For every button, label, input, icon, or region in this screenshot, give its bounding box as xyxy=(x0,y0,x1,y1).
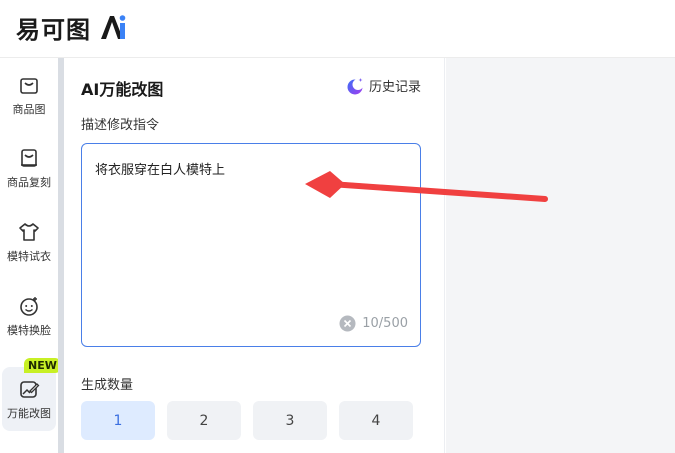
quantity-option-2[interactable]: 2 xyxy=(167,401,241,440)
left-nav: 商品图 商品复刻 模特试衣 模特换脸 NEW 万能改图 xyxy=(0,58,61,453)
top-bar: 易可图 xyxy=(0,0,675,58)
char-counter: 10/500 xyxy=(339,315,408,332)
nav-label: 商品图 xyxy=(12,102,46,116)
bag-copy-icon xyxy=(21,148,37,167)
new-badge: NEW xyxy=(24,358,61,373)
preview-area xyxy=(446,58,675,453)
app-logo[interactable]: 易可图 xyxy=(16,10,129,44)
nav-label: 万能改图 xyxy=(7,406,51,420)
char-count: 10/500 xyxy=(362,316,408,331)
panel-title: AI万能改图 xyxy=(81,80,164,99)
nav-item-universal-edit[interactable]: NEW 万能改图 xyxy=(2,358,61,431)
clear-icon[interactable] xyxy=(339,315,356,332)
nav-label: 商品复刻 xyxy=(7,175,51,189)
moon-history-icon xyxy=(347,77,364,94)
nav-item-model-tryon[interactable]: 模特试衣 xyxy=(0,210,58,274)
history-label: 历史记录 xyxy=(368,80,421,95)
prompt-textarea[interactable]: 将衣服穿在白人模特上 10/500 xyxy=(81,143,421,347)
tshirt-icon xyxy=(19,222,39,241)
shopping-bag-icon xyxy=(20,77,38,94)
quantity-label: 生成数量 xyxy=(81,378,134,393)
logo-ai-mark xyxy=(101,15,126,39)
nav-label: 模特试衣 xyxy=(7,249,51,263)
prompt-text[interactable]: 将衣服穿在白人模特上 xyxy=(95,159,225,178)
quantity-option-1[interactable]: 1 xyxy=(81,401,155,440)
quantity-options: 1 2 3 4 xyxy=(81,401,425,440)
quantity-option-4[interactable]: 4 xyxy=(339,401,413,440)
face-swap-icon xyxy=(20,296,38,316)
nav-item-model-faceswap[interactable]: 模特换脸 xyxy=(0,284,58,348)
history-button[interactable]: 历史记录 xyxy=(346,76,421,95)
image-edit-icon xyxy=(20,380,40,398)
nav-item-product-replicate[interactable]: 商品复刻 xyxy=(0,136,58,200)
quantity-option-3[interactable]: 3 xyxy=(253,401,327,440)
edit-panel: AI万能改图 历史记录 描述修改指令 将衣服穿在白人模特上 10/500 生成数 xyxy=(64,58,445,453)
nav-item-product-image[interactable]: 商品图 xyxy=(0,63,58,127)
prompt-label: 描述修改指令 xyxy=(81,118,160,133)
nav-label: 模特换脸 xyxy=(7,323,51,337)
logo-text: 易可图 xyxy=(16,15,91,44)
